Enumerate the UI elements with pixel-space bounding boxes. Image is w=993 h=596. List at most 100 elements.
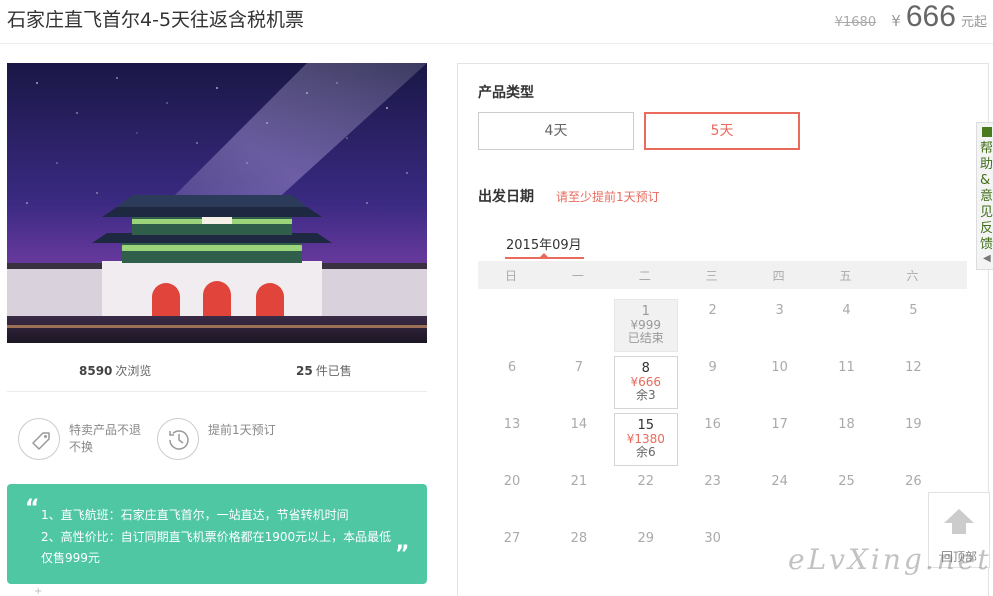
day-number: 3: [775, 303, 784, 318]
price-area: ¥1680 ¥ 666 元起: [835, 0, 987, 34]
sold-stat: 25 件已售: [296, 362, 352, 379]
arrow-up-stem: [952, 523, 966, 534]
day-number: 23: [704, 474, 721, 489]
calendar-day-1: 1 ¥999 已结束: [613, 299, 678, 352]
day-number: 30: [704, 531, 721, 546]
views-stat: 8590 次浏览: [79, 362, 151, 379]
calendar-day-22: 22: [614, 470, 678, 523]
day-number: 20: [503, 474, 521, 489]
day-number: 1: [641, 304, 650, 319]
date-hint: 请至少提前1天预订: [556, 190, 660, 204]
calendar-day-16: 16: [681, 413, 745, 466]
palace-night-illustration: [7, 63, 427, 343]
calendar-day-30: 30: [681, 527, 745, 580]
calendar-day-2: 2: [681, 299, 745, 352]
weekday-label: 四: [772, 269, 785, 283]
current-price: 666: [905, 0, 956, 33]
day-number: 28: [570, 531, 588, 546]
day-number: 22: [637, 474, 655, 489]
watermark: eLvXing.net: [788, 543, 992, 576]
calendar-day-24: 24: [748, 470, 812, 523]
calendar-day-27: 27: [480, 527, 544, 580]
day-number: 13: [503, 417, 521, 432]
day-number: 14: [570, 417, 588, 432]
calendar-day-25: 25: [815, 470, 879, 523]
calendar-day-9: 9: [681, 356, 745, 409]
calendar-day-29: 29: [614, 527, 678, 580]
day-number: 21: [570, 474, 588, 489]
day-number: 19: [905, 417, 922, 432]
month-tab-caret: [540, 253, 548, 257]
departure-date-label: 出发日期: [478, 189, 534, 205]
day-number: 6: [507, 360, 517, 375]
day-number: 2: [708, 303, 717, 318]
close-quote-icon: ”: [395, 542, 410, 567]
day-number: 29: [637, 531, 655, 546]
calendar-day-19: 19: [881, 413, 945, 466]
type-option-5-days[interactable]: 5天: [644, 112, 800, 150]
day-number: 4: [842, 303, 851, 318]
type-option-4-days[interactable]: 4天: [478, 112, 634, 150]
calendar-day-20: 20: [480, 470, 544, 523]
calendar-day-4: 4: [815, 299, 879, 352]
price-unit: 元起: [960, 15, 987, 30]
day-status: 已结束: [627, 331, 664, 345]
feature-no-refund-text: 特卖产品不退不换: [69, 423, 142, 454]
product-features: 特卖产品不退不换 提前1天预订: [18, 416, 418, 466]
day-number: 27: [503, 531, 521, 546]
month-tab[interactable]: 2015年09月: [506, 234, 582, 253]
day-number: 8: [641, 361, 650, 376]
day-status: 余3: [635, 388, 656, 402]
calendar-day-8[interactable]: 8 ¥666 余3: [613, 356, 678, 409]
calendar-day-3: 3: [748, 299, 812, 352]
day-number: 9: [708, 360, 717, 375]
weekday-label: 日: [504, 269, 517, 283]
calendar-day-5: 5: [881, 299, 945, 352]
feature-book-ahead: 提前1天预订: [157, 416, 287, 462]
history-clock-icon: [157, 418, 199, 460]
currency-symbol: ¥: [891, 12, 901, 30]
day-number: 16: [704, 417, 721, 432]
calendar-day-18: 18: [815, 413, 879, 466]
calendar-day-13: 13: [480, 413, 544, 466]
day-number: 25: [838, 474, 855, 489]
arrow-up-icon: [944, 509, 974, 523]
day-number: 18: [838, 417, 855, 432]
feature-book-ahead-text: 提前1天预订: [208, 423, 276, 437]
product-type-label: 产品类型: [478, 85, 534, 101]
day-number: 26: [905, 474, 922, 489]
day-number: 24: [771, 474, 788, 489]
feature-no-refund: 特卖产品不退不换: [18, 416, 148, 462]
help-feedback-label: 帮助&意见反馈: [980, 141, 993, 252]
day-number: 11: [838, 360, 855, 375]
promo-line-3: 仅售999元: [41, 551, 100, 565]
pin-icon: +: [34, 586, 43, 596]
product-stats: 8590 次浏览 25 件已售: [7, 352, 427, 392]
day-number: 10: [771, 360, 788, 375]
month-tab-underline: [505, 257, 584, 259]
calendar-day-10: 10: [748, 356, 812, 409]
day-number: 5: [909, 303, 918, 318]
weekday-label: 二: [638, 269, 651, 283]
day-status: 余6: [635, 445, 656, 459]
day-number: 12: [905, 360, 922, 375]
help-feedback-tab[interactable]: 帮助&意见反馈 ◀: [976, 122, 993, 270]
weekday-label: 五: [839, 269, 852, 283]
calendar-day-17: 17: [748, 413, 812, 466]
chevron-left-icon: ◀: [983, 253, 991, 264]
product-hero-image[interactable]: [7, 63, 427, 343]
day-number: 7: [574, 360, 584, 375]
sold-count: 25: [296, 364, 313, 378]
flag-icon: [982, 127, 992, 137]
weekday-label: 六: [906, 269, 919, 283]
calendar-day-14: 14: [547, 413, 611, 466]
promo-line-2: 2、高性价比：自订同期直飞机票价格都在1900元以上，本品最低: [41, 530, 392, 544]
original-price: ¥1680: [834, 15, 877, 30]
calendar-day-15[interactable]: 15 ¥1380 余6: [613, 413, 678, 466]
views-count: 8590: [79, 364, 113, 378]
day-number: 15: [637, 418, 655, 433]
page-title: 石家庄直飞首尔4-5天往返含税机票: [7, 9, 305, 31]
day-number: 17: [771, 417, 788, 432]
calendar-day-11: 11: [815, 356, 879, 409]
weekday-header: 日一二三四五六: [478, 261, 967, 289]
